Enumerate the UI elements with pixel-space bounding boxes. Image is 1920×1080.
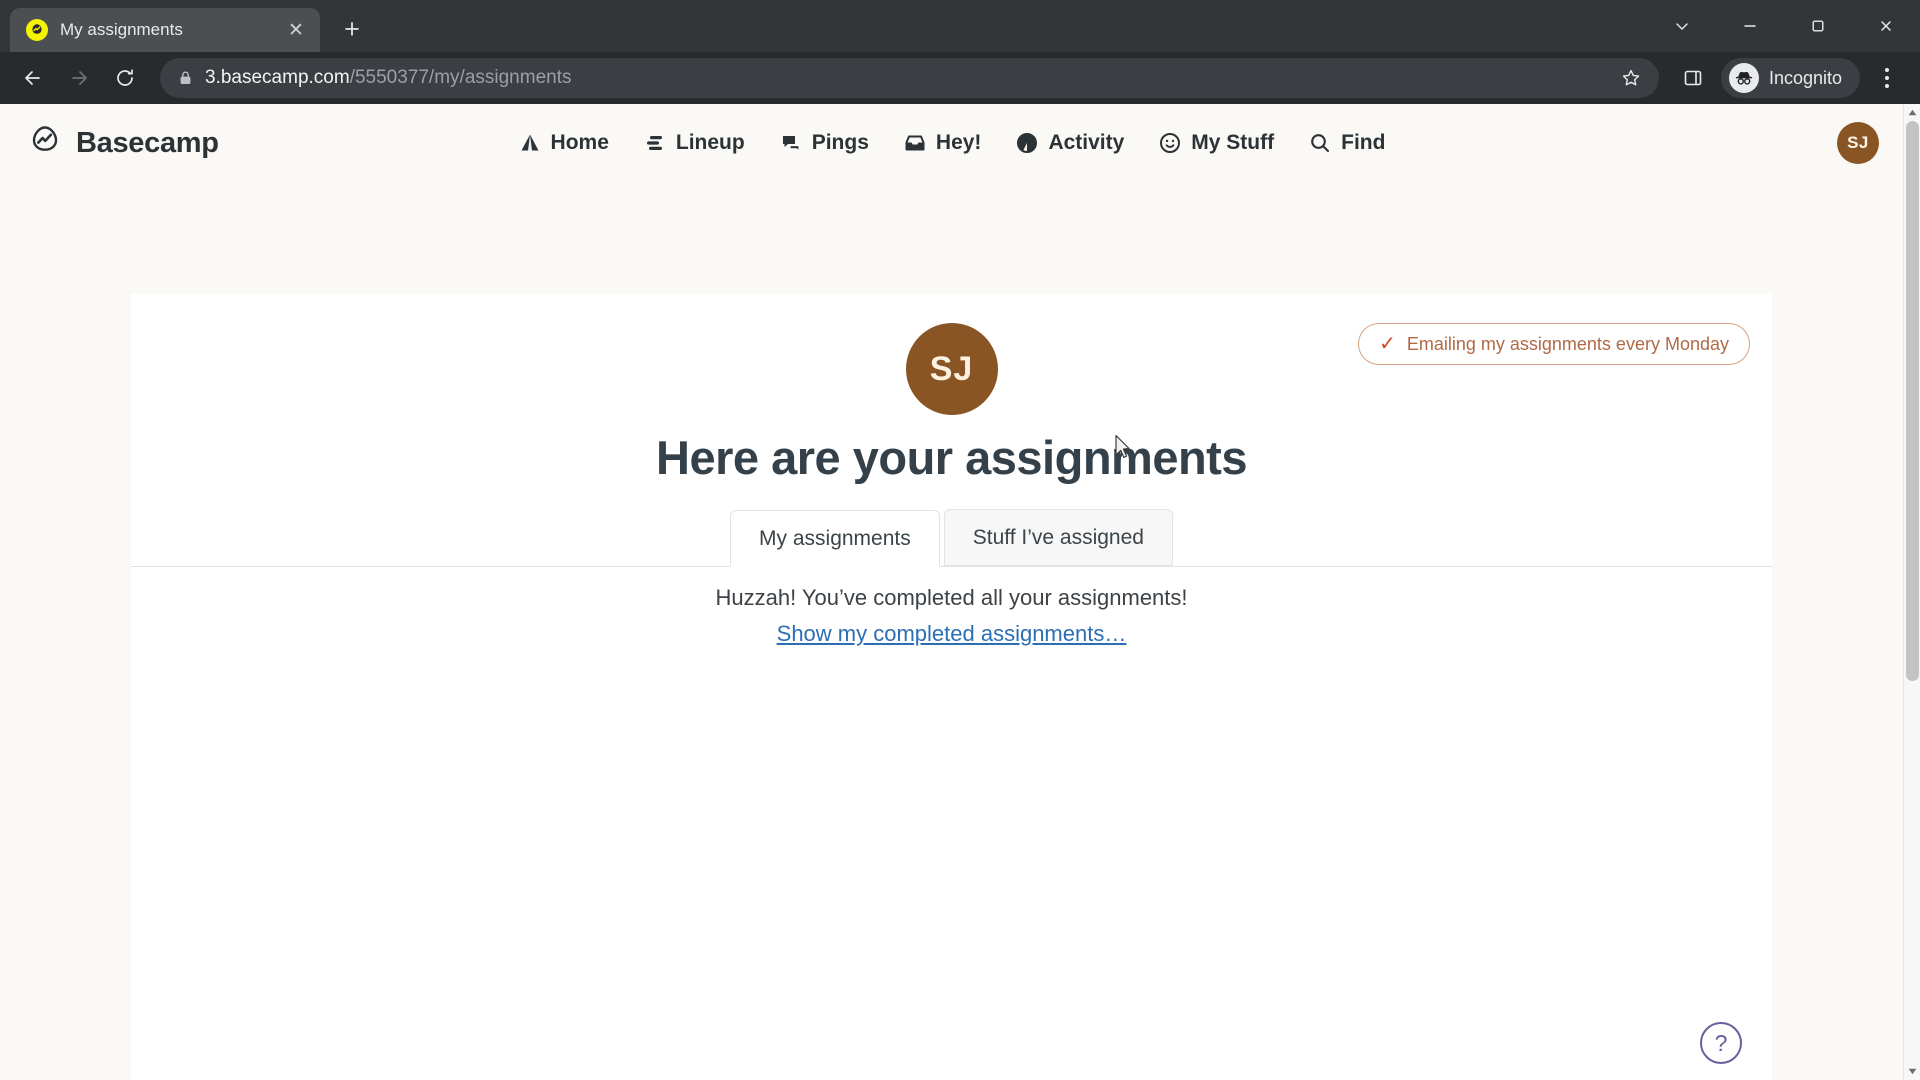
nav-label-home: Home bbox=[550, 131, 609, 154]
back-arrow-icon[interactable] bbox=[12, 57, 54, 99]
nav-label-my-stuff: My Stuff bbox=[1191, 131, 1275, 154]
empty-state-message: Huzzah! You’ve completed all your assign… bbox=[715, 585, 1188, 610]
reload-icon[interactable] bbox=[104, 57, 146, 99]
nav-label-find: Find bbox=[1341, 131, 1386, 154]
new-tab-button[interactable]: + bbox=[332, 9, 372, 49]
scroll-down-arrow-icon[interactable] bbox=[1908, 1063, 1917, 1080]
account-avatar[interactable]: SJ bbox=[1837, 122, 1879, 164]
page-title: Here are your assignments bbox=[656, 431, 1247, 484]
smiley-face-icon bbox=[1158, 131, 1182, 155]
mouse-cursor bbox=[1115, 434, 1130, 458]
url-path: /5550377/my/assignments bbox=[349, 67, 572, 88]
show-completed-assignments-link[interactable]: Show my completed assignments… bbox=[131, 621, 1772, 647]
emailing-assignments-label: Emailing my assignments every Monday bbox=[1406, 333, 1729, 354]
app-header: Basecamp Home Lineup Pings Hey! Activity… bbox=[0, 104, 1903, 182]
incognito-icon bbox=[1728, 63, 1759, 93]
search-icon bbox=[1308, 131, 1332, 155]
page-scrollbar[interactable] bbox=[1903, 104, 1920, 1080]
nav-item-hey[interactable]: Hey! bbox=[903, 131, 982, 155]
close-window-icon[interactable] bbox=[1852, 0, 1920, 52]
basecamp-favicon-icon bbox=[26, 19, 48, 41]
scrollbar-track[interactable] bbox=[1904, 121, 1920, 1063]
maximize-icon[interactable] bbox=[1784, 0, 1852, 52]
forward-arrow-icon bbox=[58, 57, 100, 99]
browser-tab[interactable]: My assignments ✕ bbox=[10, 8, 320, 52]
assignments-tabs: My assignments Stuff I’ve assigned bbox=[131, 509, 1772, 567]
tab-stuff-ive-assigned[interactable]: Stuff I’ve assigned bbox=[943, 509, 1173, 566]
url-domain: 3.basecamp.com bbox=[205, 67, 350, 88]
nav-label-hey: Hey! bbox=[935, 131, 982, 154]
nav-item-home[interactable]: Home bbox=[518, 131, 609, 155]
nav-item-activity[interactable]: Activity bbox=[1015, 131, 1124, 155]
lineup-bars-icon bbox=[643, 131, 667, 155]
app-nav: Home Lineup Pings Hey! Activity My Stuff… bbox=[0, 131, 1903, 155]
page-viewport: Basecamp Home Lineup Pings Hey! Activity… bbox=[0, 104, 1920, 1080]
address-bar-url: 3.basecamp.com/5550377/my/assignments bbox=[205, 67, 1599, 89]
pie-chart-icon bbox=[1015, 131, 1039, 155]
minimize-icon[interactable] bbox=[1716, 0, 1784, 52]
omnibox-actions bbox=[1611, 58, 1651, 98]
side-panel-icon[interactable] bbox=[1673, 58, 1713, 98]
address-bar[interactable]: 3.basecamp.com/5550377/my/assignments bbox=[160, 58, 1659, 98]
basecamp-wordmark: Basecamp bbox=[76, 126, 219, 159]
nav-label-activity: Activity bbox=[1048, 131, 1125, 154]
emailing-assignments-button[interactable]: ✓ Emailing my assignments every Monday bbox=[1358, 323, 1750, 365]
kebab-menu-icon[interactable] bbox=[1866, 57, 1908, 99]
profile-avatar: SJ bbox=[905, 323, 998, 415]
nav-item-find[interactable]: Find bbox=[1308, 131, 1385, 155]
nav-label-pings: Pings bbox=[811, 131, 869, 154]
assignments-card: ✓ Emailing my assignments every Monday S… bbox=[131, 294, 1772, 1080]
lock-icon bbox=[178, 70, 193, 86]
scroll-up-arrow-icon[interactable] bbox=[1908, 104, 1917, 121]
nav-item-pings[interactable]: Pings bbox=[779, 131, 869, 155]
nav-item-my-stuff[interactable]: My Stuff bbox=[1158, 131, 1274, 155]
incognito-indicator[interactable]: Incognito bbox=[1720, 58, 1860, 98]
basecamp-logo-icon bbox=[26, 122, 64, 165]
check-icon: ✓ bbox=[1379, 333, 1396, 355]
tab-my-assignments[interactable]: My assignments bbox=[730, 510, 940, 567]
nav-label-lineup: Lineup bbox=[675, 131, 745, 154]
window-controls bbox=[1648, 0, 1920, 52]
incognito-label: Incognito bbox=[1768, 67, 1842, 88]
browser-tab-title: My assignments bbox=[60, 20, 183, 39]
chevron-down-icon[interactable] bbox=[1648, 0, 1716, 52]
help-button[interactable]: ? bbox=[1700, 1022, 1742, 1064]
browser-toolbar: 3.basecamp.com/5550377/my/assignments In… bbox=[0, 52, 1920, 104]
nav-item-lineup[interactable]: Lineup bbox=[643, 131, 745, 155]
browser-tab-strip: My assignments ✕ + bbox=[0, 0, 1920, 52]
close-tab-icon[interactable]: ✕ bbox=[282, 16, 310, 44]
inbox-tray-icon bbox=[903, 131, 927, 155]
speech-bubbles-icon bbox=[779, 131, 803, 155]
browser-window: My assignments ✕ + 3.basecamp.com/555037… bbox=[0, 0, 1920, 1080]
star-icon[interactable] bbox=[1611, 58, 1651, 98]
tent-icon bbox=[518, 131, 542, 155]
web-page: Basecamp Home Lineup Pings Hey! Activity… bbox=[0, 104, 1903, 1080]
scrollbar-thumb[interactable] bbox=[1906, 121, 1919, 681]
basecamp-logo[interactable]: Basecamp bbox=[26, 122, 219, 165]
